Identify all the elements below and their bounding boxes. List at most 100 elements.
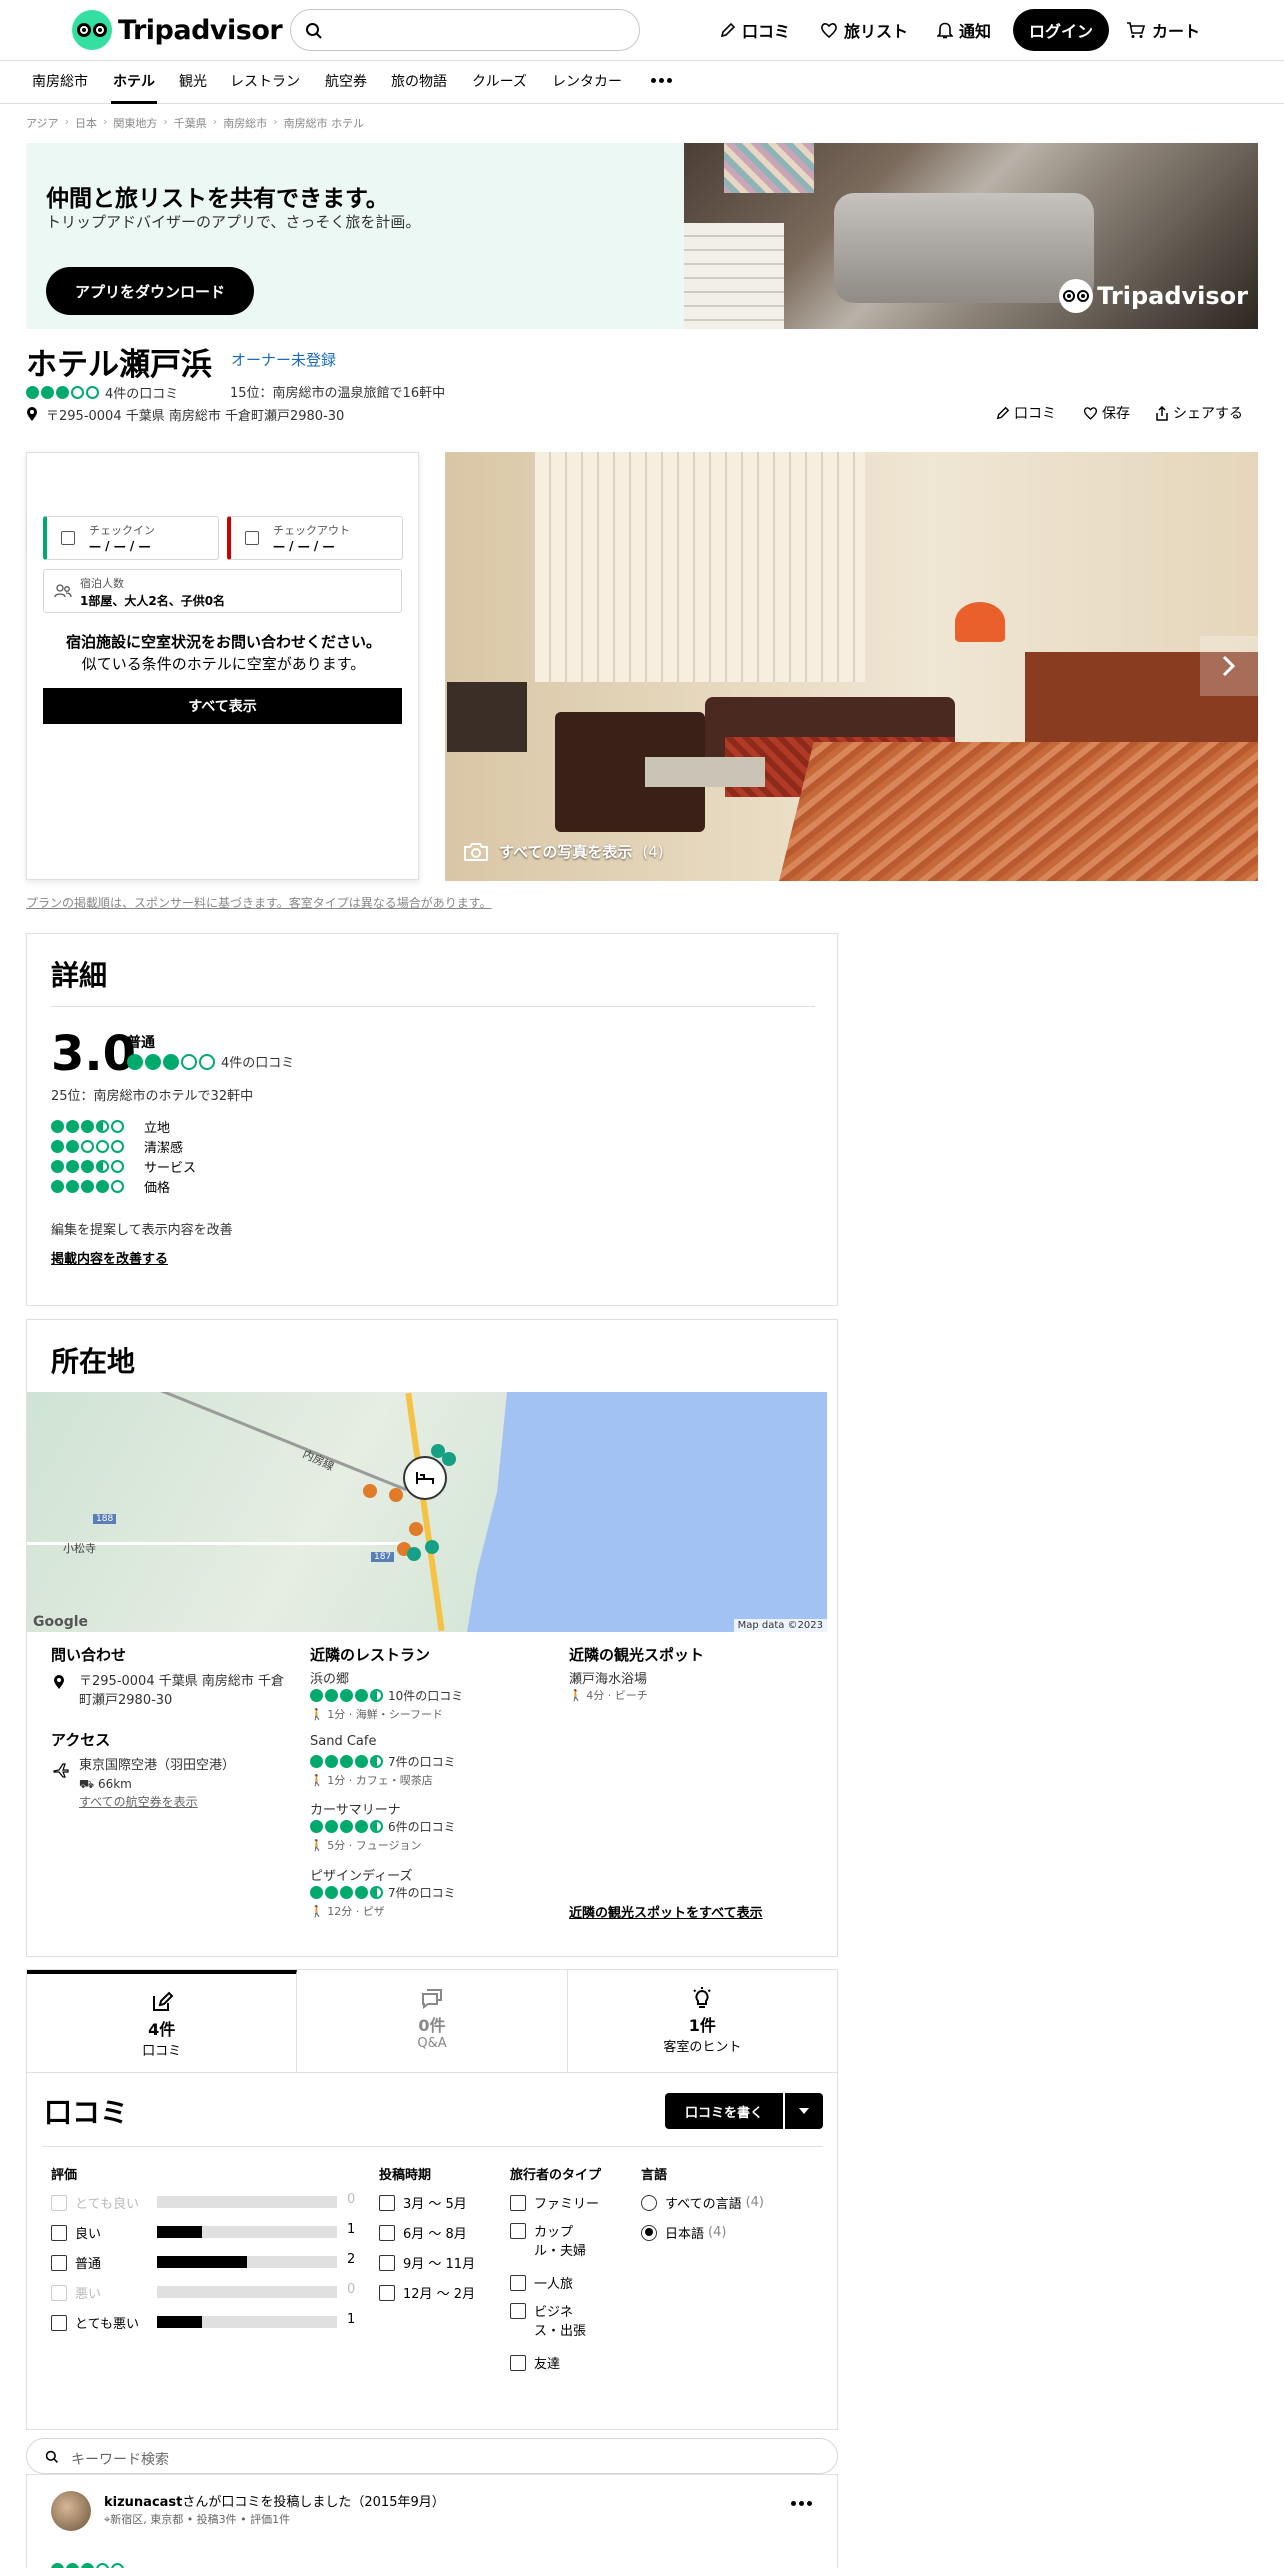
filter-lang-all[interactable]: すべての言語 (4) [641, 2193, 764, 2212]
reviews-count: 4件の口コミ [105, 387, 179, 402]
filter-period-autumn[interactable]: 9月 ～ 11月 [379, 2253, 475, 2272]
contact-address: 〒295-0004 千葉県 南房総市 千倉町瀬戸2980-30 [79, 1674, 284, 1708]
filter-type-solo[interactable]: 一人旅 [510, 2273, 573, 2292]
category-item[interactable]: 観光 [179, 61, 207, 104]
nav-notifications[interactable]: 通知 [937, 14, 991, 46]
checkin-value: — / — / — [89, 539, 151, 553]
restaurant-marker-icon[interactable] [363, 1484, 377, 1498]
nav-trips[interactable]: 旅リスト [820, 14, 908, 46]
share-label: シェアする [1173, 406, 1243, 422]
save-action[interactable]: 保存 [1083, 403, 1130, 423]
show-all-hotels-button[interactable]: すべて表示 [43, 688, 402, 724]
all-sights-link[interactable]: 近隣の観光スポットをすべて表示 [569, 1902, 763, 1921]
location-map[interactable]: 内房線 小松寺 188 187 Google Map data ©2023 [27, 1392, 827, 1632]
login-button[interactable]: ログイン [1013, 9, 1109, 51]
restaurant-marker-icon[interactable] [409, 1522, 423, 1536]
rating-bubbles [51, 1160, 124, 1173]
filter-rating-terrible[interactable]: とても悪い [51, 2313, 139, 2332]
app-download-button[interactable]: アプリをダウンロード [46, 267, 254, 315]
period-label: 3月 ～ 5月 [403, 2197, 467, 2212]
checkbox [510, 2194, 526, 2211]
review-card: kizunacastさんが口コミを投稿しました（2015年9月） ⌖新宿区, 東… [26, 2474, 838, 2568]
restaurant-meta: 🚶 5分 · フュージョン [310, 1837, 421, 1853]
attraction-marker-icon[interactable] [407, 1547, 421, 1561]
improve-listing-link[interactable]: 掲載内容を改善する [51, 1248, 168, 1267]
rating-bubbles [310, 1886, 383, 1899]
checkout-field[interactable]: チェックアウト — / — / — [227, 516, 403, 560]
write-review-action[interactable]: 口コミ [996, 403, 1056, 423]
avatar[interactable] [51, 2491, 91, 2531]
filter-rating-average[interactable]: 普通 [51, 2253, 101, 2272]
restaurant-marker-icon[interactable] [389, 1488, 403, 1502]
type-label: 友達 [534, 2357, 561, 2372]
category-item-hotels[interactable]: ホテル [111, 61, 157, 104]
guests-field[interactable]: 宿泊人数 1部屋、大人2名、子供0名 [43, 569, 402, 613]
tab-qa[interactable]: 0件 Q&A [297, 1970, 568, 2072]
hotel-rank[interactable]: 15位：南房総市の温泉旅館で16軒中 [230, 382, 445, 401]
write-review-dropdown[interactable] [785, 2093, 823, 2129]
review-author[interactable]: kizunacast [104, 2495, 182, 2510]
lang-count: (4) [708, 2225, 727, 2240]
sponsor-disclaimer[interactable]: プランの掲載順は、スポンサー料に基づきます。客室タイプは異なる場合があります。 [26, 894, 492, 911]
restaurant-rating: 10件の口コミ [310, 1687, 463, 1704]
nav-reviews[interactable]: 口コミ [720, 14, 790, 46]
restaurant-meta-text: 12分 · ピザ [327, 1905, 385, 1918]
filter-rating-good[interactable]: 良い [51, 2223, 101, 2242]
filter-type-friends[interactable]: 友達 [510, 2353, 560, 2372]
filter-period-spring[interactable]: 3月 ～ 5月 [379, 2193, 467, 2212]
checkin-field[interactable]: チェックイン — / — / — [43, 516, 219, 560]
category-item[interactable]: レストラン [230, 61, 300, 104]
breadcrumb-item[interactable]: 南房総市 [223, 115, 267, 131]
filter-period-summer[interactable]: 6月 ～ 8月 [379, 2223, 467, 2242]
nav-cart[interactable]: カート [1126, 14, 1200, 46]
more-dots-icon[interactable] [651, 78, 672, 83]
category-item[interactable]: 旅の物語 [391, 61, 447, 104]
breadcrumb-item[interactable]: 南房総市 ホテル [284, 115, 365, 131]
map-label-route: 188 [93, 1514, 117, 1524]
restaurant-name: 浜の郷 [310, 1672, 350, 1687]
more-options-icon[interactable] [791, 2501, 812, 2506]
category-item[interactable]: クルーズ [472, 61, 527, 104]
hotel-address[interactable]: 〒295-0004 千葉県 南房総市 千倉町瀬戸2980-30 [26, 405, 344, 424]
restaurant-reviews: 6件の口コミ [388, 1820, 456, 1834]
search-input[interactable] [290, 9, 640, 51]
rating-bubbles [310, 1820, 383, 1833]
category-item[interactable]: 南房総市 [32, 61, 88, 104]
details-rank[interactable]: 25位：南房総市のホテルで32軒中 [51, 1085, 253, 1104]
restaurant-rating: 6件の口コミ [310, 1818, 456, 1835]
keyword-search-input[interactable]: キーワード検索 [26, 2438, 838, 2474]
cart-icon [1127, 22, 1146, 38]
share-action[interactable]: シェアする [1155, 403, 1243, 423]
all-flights-link[interactable]: すべての航空券を表示 [79, 1793, 198, 1812]
hotel-photo[interactable]: すべての写真を表示 (4) [445, 452, 1258, 881]
breadcrumb-item[interactable]: アジア [26, 115, 59, 131]
sight-meta-text: 4分 · ビーチ [586, 1689, 648, 1702]
filter-type-couple[interactable]: カップル・夫婦 [510, 2223, 598, 2261]
filter-lang-japanese[interactable]: 日本語 (4) [641, 2223, 726, 2242]
next-photo-button[interactable] [1200, 636, 1258, 696]
rating-level-label: 普通 [75, 2257, 102, 2272]
category-item[interactable]: 航空券 [325, 61, 367, 104]
hotel-location-pin[interactable] [403, 1456, 447, 1500]
filter-type-family[interactable]: ファミリー [510, 2193, 599, 2212]
attraction-marker-icon[interactable] [425, 1540, 439, 1554]
hotel-rating[interactable]: 4件の口コミ [26, 383, 178, 402]
tab-room-tips[interactable]: 1件 客室のヒント [568, 1970, 837, 2072]
breadcrumb-item[interactable]: 関東地方 [113, 115, 157, 131]
breadcrumb-item[interactable]: 日本 [75, 115, 97, 131]
tripadvisor-logo[interactable]: Tripadvisor [72, 10, 283, 50]
write-review-button[interactable]: 口コミを書く [665, 2093, 783, 2129]
checkbox [51, 2194, 67, 2211]
owner-unclaimed-link[interactable]: オーナー未登録 [231, 349, 336, 370]
score-bubbles[interactable]: 4件の口コミ [127, 1052, 294, 1071]
sight-name[interactable]: 瀬戸海水浴場 [569, 1668, 647, 1687]
show-all-photos-button[interactable]: すべての写真を表示 (4) [463, 841, 664, 862]
attraction-marker-icon[interactable] [442, 1452, 456, 1466]
category-item[interactable]: レンタカー [552, 61, 622, 104]
filter-type-business[interactable]: ビジネス・出張 [510, 2303, 598, 2341]
breadcrumb-item[interactable]: 千葉県 [174, 115, 207, 131]
chat-bubbles-icon [421, 1989, 442, 2009]
tab-reviews[interactable]: 4件 口コミ [27, 1970, 298, 2072]
rating-bubbles [310, 1755, 383, 1768]
filter-period-winter[interactable]: 12月 ～ 2月 [379, 2283, 475, 2302]
